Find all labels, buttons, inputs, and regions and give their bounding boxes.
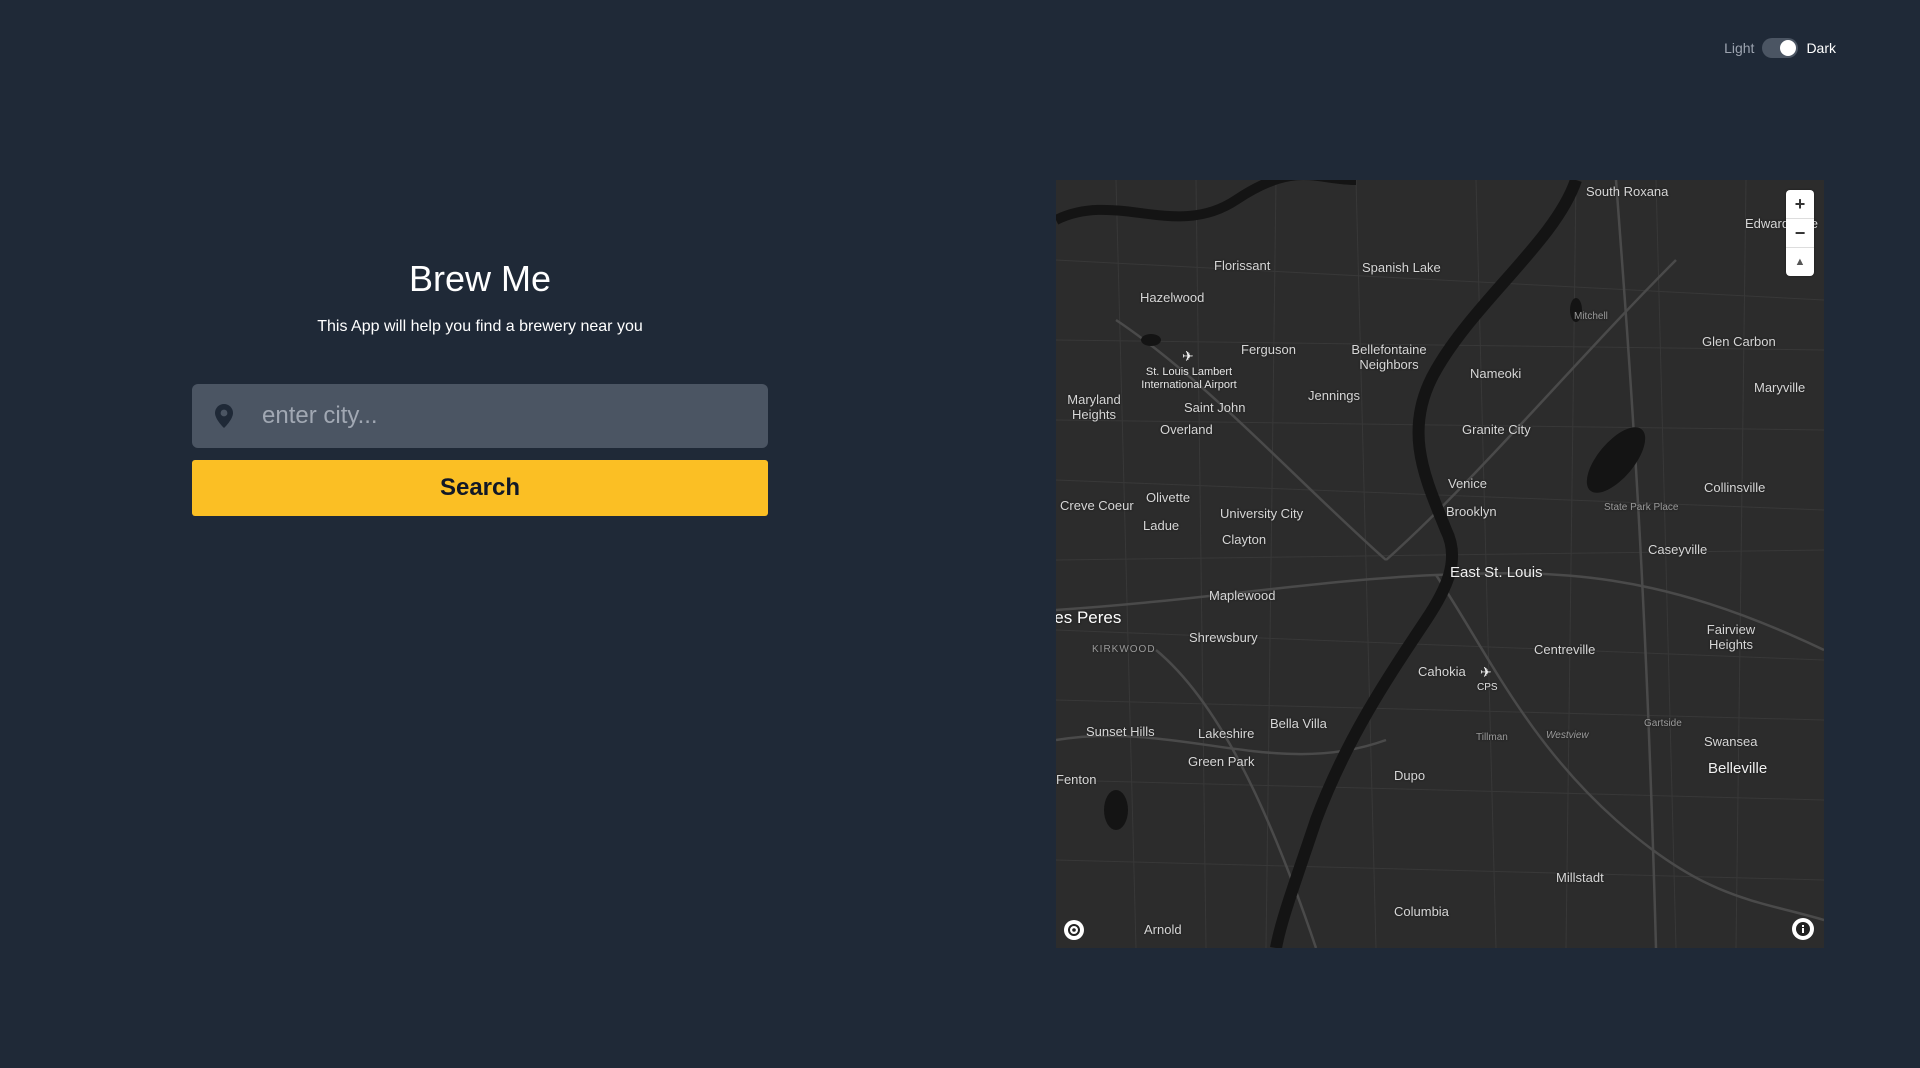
- map-label: Millstadt: [1556, 870, 1604, 885]
- city-search-box[interactable]: [192, 383, 768, 449]
- map-logo-icon[interactable]: [1064, 920, 1084, 940]
- map-label: Bella Villa: [1270, 716, 1327, 731]
- map-label: Spanish Lake: [1362, 260, 1441, 275]
- map-label: Jennings: [1308, 388, 1361, 403]
- page-title: Brew Me: [408, 258, 552, 299]
- map-label: Sunset Hills: [1086, 724, 1155, 739]
- map-label: Belleville: [1708, 760, 1768, 777]
- map-label: Clayton: [1222, 532, 1267, 547]
- map-info-icon[interactable]: [1792, 918, 1814, 940]
- map-label: Mitchell: [1574, 311, 1608, 322]
- map-label: Glen Carbon: [1702, 334, 1776, 349]
- map-label: Cahokia: [1418, 664, 1466, 679]
- map-controls: + − ▲: [1786, 190, 1814, 276]
- city-search-input[interactable]: [240, 383, 768, 449]
- airport-icon: ✈: [1182, 348, 1194, 364]
- search-button[interactable]: Search: [192, 460, 768, 516]
- map-label: Collinsville: [1704, 480, 1766, 495]
- map-label: Granite City: [1462, 422, 1531, 437]
- map-label: CPS: [1477, 682, 1498, 693]
- dark-label: Dark: [1806, 40, 1836, 56]
- map-label: Arnold: [1144, 922, 1182, 937]
- map-label: Brooklyn: [1446, 504, 1497, 519]
- map-label: Swansea: [1704, 734, 1758, 749]
- map-label: Fenton: [1056, 772, 1097, 787]
- map-label: Westview: [1546, 730, 1589, 741]
- map-label: Maryland Heights: [1067, 392, 1121, 422]
- map-label: South Roxana: [1586, 184, 1669, 199]
- map-label: Des Peres: [1056, 608, 1122, 627]
- map-label: Shrewsbury: [1189, 630, 1258, 645]
- map-label: Fairview Heights: [1706, 622, 1756, 652]
- map-label: Hazelwood: [1140, 290, 1205, 305]
- map-label: Lakeshire: [1198, 726, 1255, 741]
- hero: Brew Me This App will help you find a br…: [192, 258, 768, 336]
- zoom-out-button[interactable]: −: [1786, 219, 1814, 248]
- map-label: Centreville: [1534, 642, 1596, 657]
- map-label: Caseyville: [1648, 542, 1708, 557]
- map-label: Maryville: [1754, 380, 1806, 395]
- map-label: KIRKWOOD: [1092, 644, 1156, 655]
- map-label: Tillman: [1476, 732, 1508, 743]
- airport-icon: ✈: [1480, 664, 1492, 680]
- map-label: Maplewood: [1209, 588, 1276, 603]
- map-label: Bellefontaine Neighbors: [1351, 342, 1427, 372]
- map-label: Green Park: [1188, 754, 1255, 769]
- compass-button[interactable]: ▲: [1786, 248, 1814, 276]
- map-label: Olivette: [1146, 490, 1191, 505]
- map-label: St. Louis Lambert International Airport: [1141, 366, 1237, 391]
- map-label: Dupo: [1394, 768, 1426, 783]
- theme-switch[interactable]: [1762, 38, 1799, 58]
- map-label: Gartside: [1644, 718, 1682, 729]
- map-label: Venice: [1448, 476, 1488, 491]
- map-label: Ladue: [1143, 518, 1180, 533]
- map-label: Creve Coeur: [1060, 498, 1134, 513]
- map-label: East St. Louis: [1450, 564, 1543, 581]
- map-label: University City: [1220, 506, 1304, 521]
- map-label: State Park Place: [1604, 502, 1679, 513]
- map-label: Nameoki: [1470, 366, 1522, 381]
- light-label: Light: [1724, 40, 1755, 56]
- map[interactable]: South Roxana Edwardsville Florissant Spa…: [1056, 180, 1824, 948]
- map-pin-icon: [208, 400, 240, 432]
- map-label: Columbia: [1394, 904, 1449, 919]
- zoom-in-button[interactable]: +: [1786, 190, 1814, 219]
- map-label: Overland: [1160, 422, 1213, 437]
- map-label: Florissant: [1214, 258, 1271, 273]
- map-label: Saint John: [1184, 400, 1246, 415]
- theme-switch-knob: [1780, 40, 1797, 56]
- map-label: Ferguson: [1241, 342, 1296, 357]
- page-subtitle: This App will help you find a brewery ne…: [317, 318, 643, 335]
- theme-toggle: Light Dark: [1724, 38, 1836, 58]
